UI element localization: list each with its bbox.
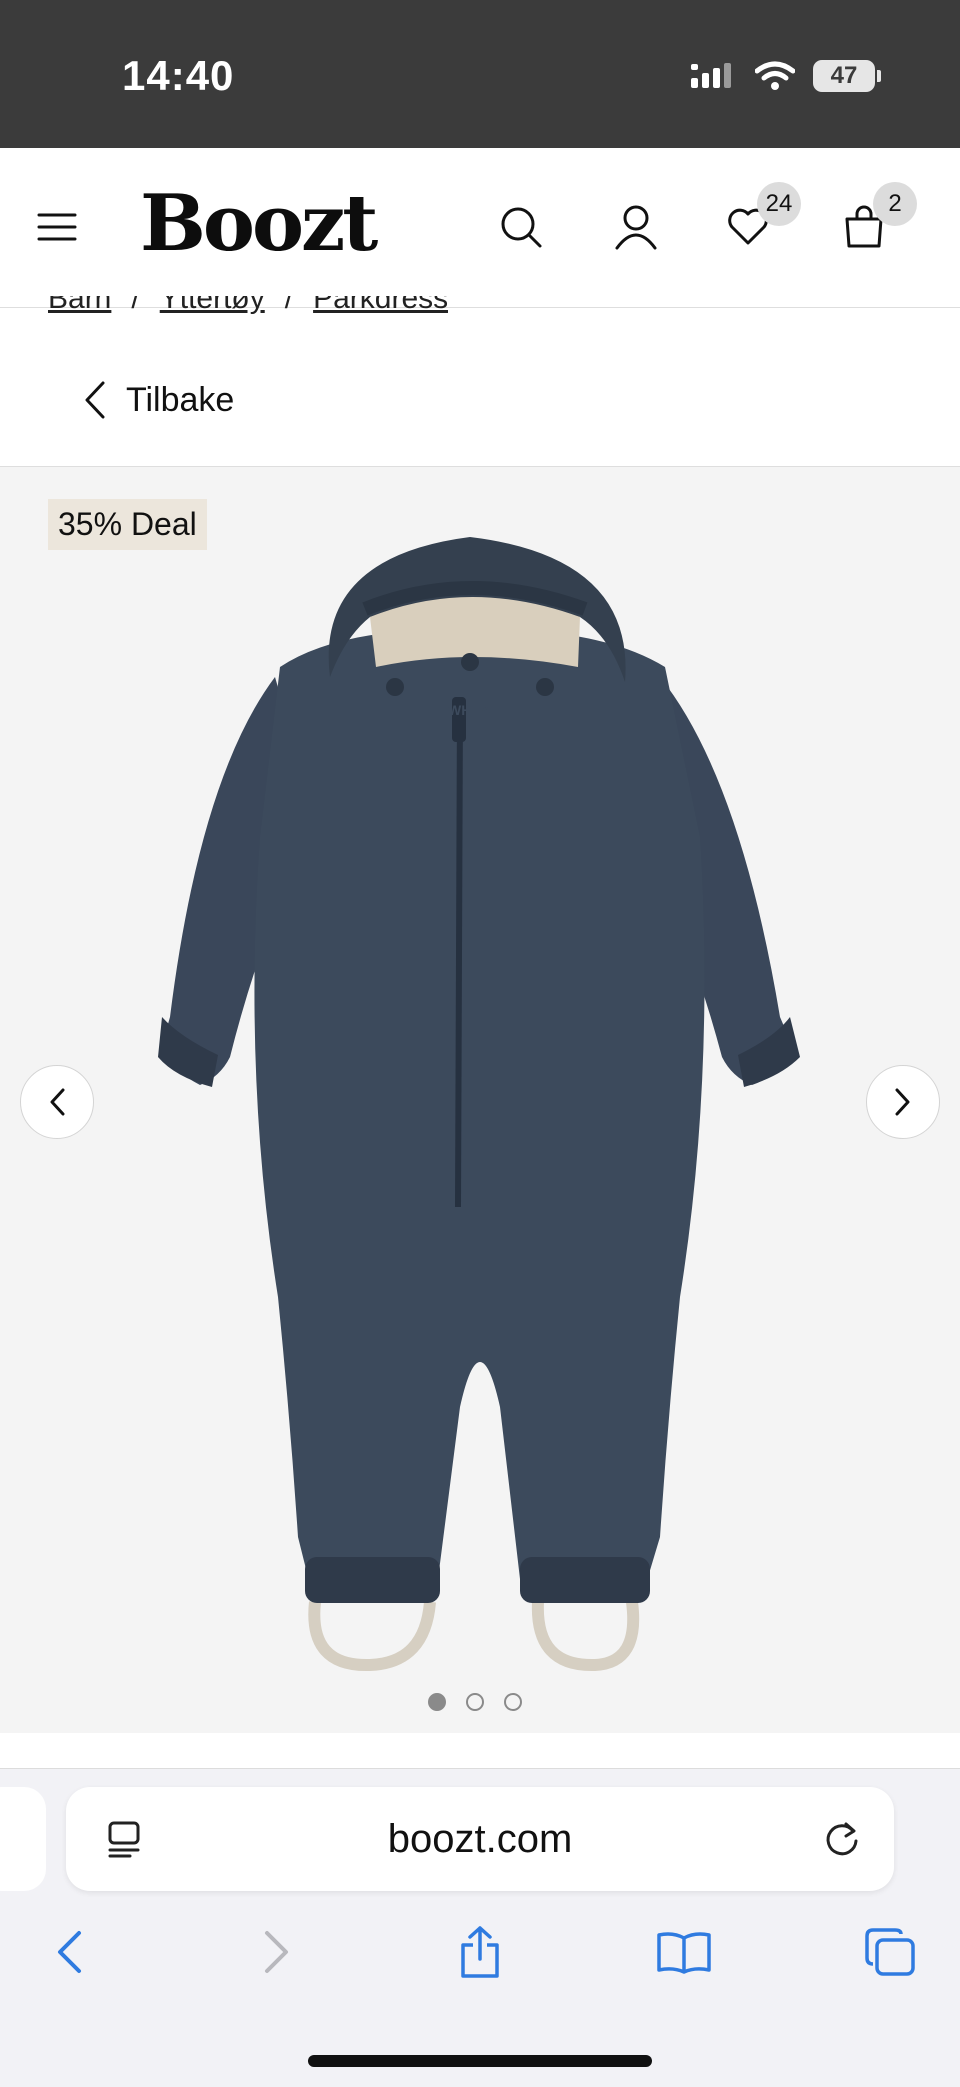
breadcrumb-link-yttertoy[interactable]: Yttertøy <box>160 296 265 316</box>
tabs-button[interactable] <box>855 1917 925 1987</box>
home-indicator[interactable] <box>308 2055 652 2067</box>
chevron-right-icon <box>895 1088 910 1116</box>
brand-label: WHEAT <box>448 702 499 718</box>
search-button[interactable] <box>486 192 556 262</box>
wishlist-count-badge: 24 <box>757 182 801 226</box>
breadcrumb-separator: / <box>284 296 294 315</box>
chevron-left-icon <box>58 1931 81 1973</box>
status-bar: 14:40 47 <box>0 0 960 148</box>
breadcrumb-link-barn[interactable]: Barn <box>48 296 111 316</box>
boozt-logo[interactable]: Boozt <box>140 178 378 269</box>
product-image-gallery[interactable]: 35% Deal WHEAT <box>0 467 960 1733</box>
site-header: Boozt 24 2 <box>0 148 960 308</box>
account-button[interactable] <box>601 192 671 262</box>
back-label: Tilbake <box>126 380 235 419</box>
url-text: boozt.com <box>387 1817 573 1861</box>
book-icon <box>657 1932 711 1974</box>
breadcrumb-separator: / <box>131 296 140 315</box>
wishlist-button[interactable]: 24 <box>713 182 801 262</box>
breadcrumb-link-parkdress[interactable]: Parkdress <box>313 296 448 316</box>
address-bar[interactable]: boozt.com <box>66 1787 894 1891</box>
cart-count-badge: 2 <box>873 182 917 226</box>
pagination-dot-3[interactable] <box>504 1693 522 1711</box>
reload-icon[interactable] <box>822 1819 862 1861</box>
browser-back-button[interactable] <box>34 1917 104 1987</box>
tabs-icon <box>865 1928 915 1976</box>
hamburger-menu-icon <box>37 213 77 241</box>
previous-tab-preview[interactable] <box>0 1787 46 1891</box>
share-icon <box>461 1926 499 1978</box>
battery-indicator: 47 <box>813 60 881 92</box>
breadcrumb: Barn / Yttertøy / Parkdress <box>48 296 448 326</box>
chevron-left-icon <box>85 381 105 419</box>
pagination-dot-2[interactable] <box>466 1693 484 1711</box>
wifi-icon <box>755 61 795 90</box>
product-image-rain-overall[interactable]: WHEAT <box>140 517 820 1677</box>
back-link[interactable]: Tilbake <box>84 370 234 430</box>
menu-button[interactable] <box>22 192 92 262</box>
status-time: 14:40 <box>122 52 235 99</box>
chevron-left-icon <box>50 1088 65 1116</box>
gallery-prev-button[interactable] <box>20 1065 94 1139</box>
gallery-pagination <box>428 1693 522 1711</box>
bookmarks-button[interactable] <box>649 1917 719 1987</box>
cellular-signal-icon <box>691 63 731 88</box>
chevron-right-icon <box>265 1931 288 1973</box>
share-button[interactable] <box>445 1917 515 1987</box>
status-icons: 47 <box>689 58 881 94</box>
browser-toolbar: boozt.com <box>0 1769 960 2087</box>
cart-button[interactable]: 2 <box>829 182 917 262</box>
search-icon <box>501 207 542 248</box>
gallery-next-button[interactable] <box>866 1065 940 1139</box>
browser-forward-button[interactable] <box>242 1917 312 1987</box>
pagination-dot-1[interactable] <box>428 1693 446 1711</box>
user-icon <box>615 205 657 250</box>
